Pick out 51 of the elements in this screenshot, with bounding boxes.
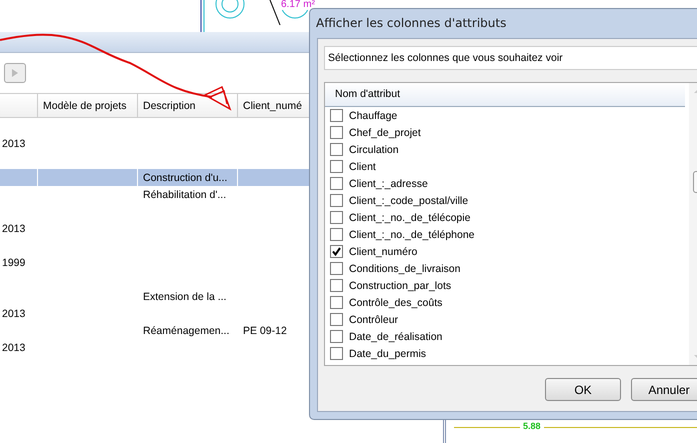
dialog-title: Afficher les colonnes d'attributs [315,15,508,32]
attribute-label[interactable]: Client_:_adresse [349,178,428,190]
table-cell: Construction d'u... [143,172,228,184]
dimension-label: 5.88 [520,421,544,431]
checkbox[interactable] [330,296,343,309]
checkbox[interactable] [330,177,343,190]
column-header[interactable]: Modèle de projets [43,100,126,112]
attribute-label[interactable]: Construction_par_lots [349,280,452,292]
checkbox[interactable] [330,262,343,275]
attribute-label[interactable]: Client_:_code_postal/ville [349,194,468,206]
checkbox[interactable] [330,160,343,173]
checkbox[interactable] [330,347,343,360]
checkbox[interactable] [330,126,343,139]
column-header[interactable]: Client_numé [243,100,302,112]
attribute-label[interactable]: Client_:_no._de_télécopie [349,212,470,224]
attribute-label[interactable]: Contrôleur [349,314,398,326]
list-header[interactable]: Nom d'attribut [325,83,685,107]
attribute-label[interactable]: Chauffage [349,110,398,122]
attribute-label[interactable]: Date_du_permis [349,348,426,360]
checkbox[interactable] [330,245,343,258]
checkbox[interactable] [330,313,343,326]
table-cell: 2013 [2,222,26,234]
attribute-label[interactable]: Client_:_no._de_téléphone [349,228,475,240]
dialog-button[interactable]: Annuler [631,378,697,401]
table-cell: Réhabilitation d'... [143,188,226,200]
table-cell: 1999 [2,256,26,268]
table-cell: 2013 [2,342,26,354]
table-cell: 2013 [2,308,26,320]
table-cell: 2013 [2,138,26,150]
checkbox[interactable] [330,228,343,241]
attribute-label[interactable]: Circulation [349,144,399,156]
attribute-label[interactable]: Date_de_réalisation [349,330,442,342]
attribute-label[interactable]: Conditions_de_livraison [349,262,460,274]
play-icon [12,69,18,77]
checkbox[interactable] [330,279,343,292]
attribute-label[interactable]: Client_numéro [349,246,418,258]
checkbox[interactable] [330,109,343,122]
checkbox[interactable] [330,330,343,343]
area-label: 6.17 m² [280,0,316,10]
table-cell: Extension de la ... [143,290,226,302]
attribute-label[interactable]: Chef_de_projet [349,126,421,138]
attribute-label[interactable]: Client [349,160,376,172]
checkbox[interactable] [330,194,343,207]
checkbox[interactable] [330,211,343,224]
dialog-button[interactable]: OK [545,378,621,401]
attribute-label[interactable]: Contrôle_des_coûts [349,296,442,308]
table-cell: PE 09-12 [243,324,287,336]
instruction-text: Sélectionnez les colonnes que vous souhaitez voir [324,46,697,70]
table-cell: Réaménagemen... [143,324,230,336]
column-header[interactable]: Description [143,100,196,112]
checkbox[interactable] [330,143,343,156]
